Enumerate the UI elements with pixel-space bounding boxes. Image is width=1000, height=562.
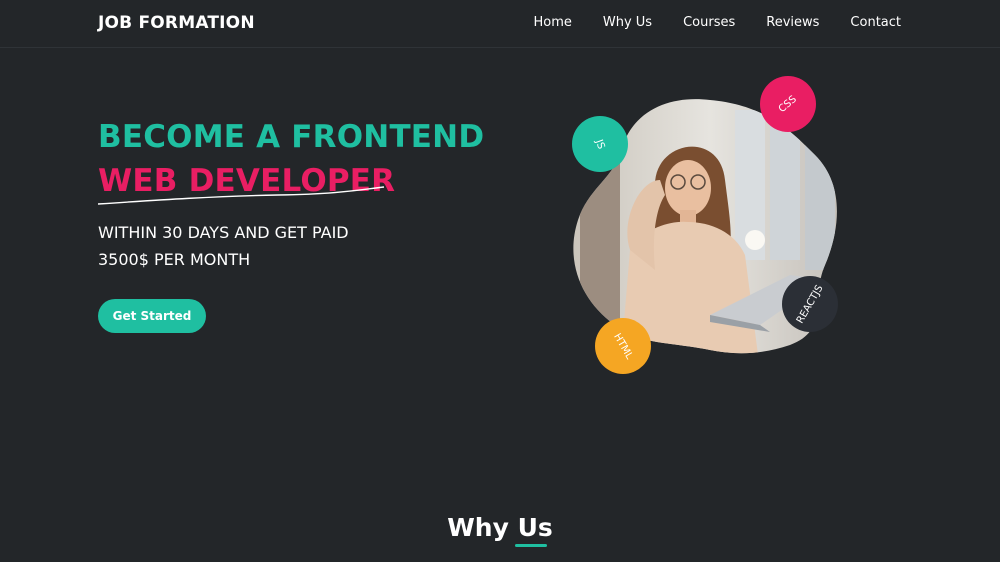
- nav-links: Home Why Us Courses Reviews Contact: [502, 15, 901, 30]
- nav-link-reviews[interactable]: Reviews: [766, 15, 819, 30]
- hero-heading-line1: BECOME A FRONTEND: [98, 119, 485, 155]
- nav-link-contact[interactable]: Contact: [850, 15, 901, 30]
- nav-link-why-us[interactable]: Why Us: [603, 15, 652, 30]
- reactjs-badge-label: REACTJS: [794, 282, 826, 326]
- get-started-button[interactable]: Get Started: [98, 299, 206, 333]
- hero-subtitle-line2: 3500$ PER MONTH: [98, 250, 251, 269]
- section-title-underline: [515, 544, 547, 547]
- heading-underline-decoration: [98, 186, 385, 205]
- html-badge: HTML: [595, 318, 651, 374]
- css-badge-label: CSS: [776, 93, 800, 115]
- nav-link-courses[interactable]: Courses: [683, 15, 735, 30]
- css-badge: CSS: [760, 76, 816, 132]
- js-badge: JS: [572, 116, 628, 172]
- html-badge-label: HTML: [611, 331, 635, 361]
- hero-subtitle-line1: WITHIN 30 DAYS AND GET PAID: [98, 223, 349, 242]
- top-nav: JOB FORMATION Home Why Us Courses Review…: [0, 0, 1000, 48]
- section-title-why-us: Why Us: [447, 513, 553, 542]
- brand-logo[interactable]: JOB FORMATION: [98, 13, 255, 33]
- reactjs-badge: REACTJS: [782, 276, 838, 332]
- hero-subtitle: WITHIN 30 DAYS AND GET PAID 3500$ PER MO…: [98, 219, 418, 273]
- nav-link-home[interactable]: Home: [533, 15, 571, 30]
- hero-illustration: CSS JS REACTJS HTML: [560, 70, 860, 390]
- js-badge-label: JS: [593, 137, 607, 151]
